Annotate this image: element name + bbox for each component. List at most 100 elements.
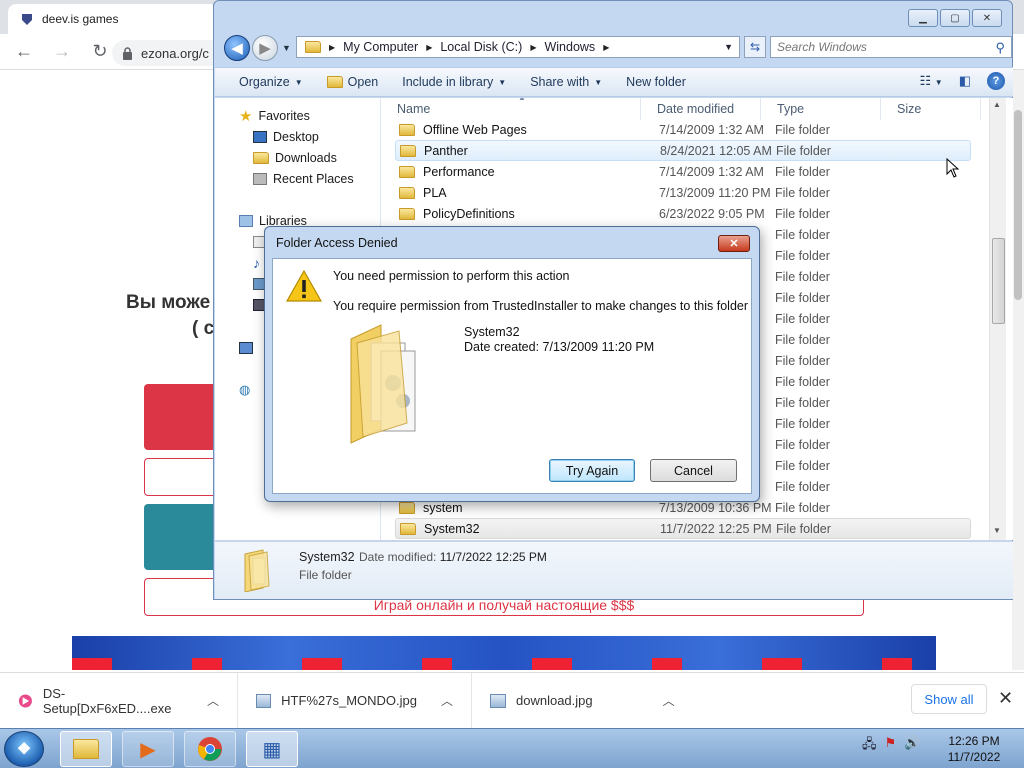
lock-icon: [123, 46, 132, 60]
page-scrollbar-thumb[interactable]: [1014, 110, 1022, 300]
column-headers: Name Date modified Type Size: [381, 98, 981, 120]
desktop-icon: [253, 131, 267, 143]
column-date-modified[interactable]: Date modified: [641, 98, 761, 120]
taskbar-explorer-icon[interactable]: [60, 731, 112, 767]
scroll-up-icon[interactable]: ▲: [993, 100, 1001, 109]
chevron-down-icon: ▼: [498, 77, 507, 87]
include-in-library-button[interactable]: Include in library ▼: [390, 68, 518, 96]
organize-button[interactable]: Organize ▼: [215, 68, 315, 96]
close-icon[interactable]: ✕: [972, 9, 1002, 27]
system-tray: 🖧 ⚑ 🔊: [862, 735, 920, 757]
column-name[interactable]: Name: [381, 98, 641, 120]
folder-name: System32: [464, 325, 520, 339]
folder-icon: [244, 549, 270, 592]
table-row[interactable]: PLA 7/13/2009 11:20 PM File folder: [395, 182, 971, 203]
nav-music-icon[interactable]: ♪: [253, 253, 260, 273]
browser-forward-icon[interactable]: →: [52, 41, 72, 62]
search-icon[interactable]: ⚲: [995, 40, 1005, 56]
action-center-icon[interactable]: ⚑: [885, 735, 897, 757]
explorer-address-bar[interactable]: ▶ My Computer ▶ Local Disk (C:) ▶ Window…: [296, 36, 740, 58]
address-dropdown-icon[interactable]: ▼: [724, 42, 733, 52]
site-favicon-icon: [22, 14, 32, 25]
search-input[interactable]: Search Windows ⚲: [770, 36, 1012, 58]
breadcrumb-item[interactable]: Windows: [544, 40, 595, 54]
preview-pane-icon[interactable]: ◧: [959, 73, 971, 89]
new-folder-button[interactable]: New folder: [614, 68, 698, 96]
cancel-button[interactable]: Cancel: [650, 459, 737, 482]
volume-icon[interactable]: 🔊: [904, 735, 920, 757]
column-type[interactable]: Type: [761, 98, 881, 120]
history-dropdown-icon[interactable]: ▼: [282, 43, 291, 53]
image-file-icon: [256, 693, 272, 708]
network-icon[interactable]: 🖧: [862, 735, 877, 757]
scrollbar-thumb[interactable]: [992, 238, 1005, 324]
folder-icon: [399, 207, 415, 220]
mouse-cursor-icon: [946, 158, 960, 178]
browser-tab[interactable]: deev.is games: [8, 4, 218, 34]
address-row: ◀ ▶ ▼ ▶ My Computer ▶ Local Disk (C:) ▶ …: [222, 33, 1012, 61]
maximize-icon[interactable]: ▢: [940, 9, 970, 27]
chevron-up-icon[interactable]: ︿: [663, 692, 675, 709]
breadcrumb-item[interactable]: My Computer: [343, 40, 418, 54]
start-button-icon[interactable]: ❖: [4, 731, 44, 767]
try-again-button[interactable]: Try Again: [549, 459, 635, 482]
nav-downloads[interactable]: Downloads: [253, 148, 337, 168]
folder-icon: [399, 165, 415, 178]
dialog-body: You need permission to perform this acti…: [272, 258, 752, 494]
access-denied-dialog: Folder Access Denied ✕ You need permissi…: [264, 226, 760, 502]
view-options-icon[interactable]: ☷ ▼: [920, 73, 943, 89]
show-all-button[interactable]: Show all: [911, 684, 987, 714]
help-icon[interactable]: ?: [987, 72, 1005, 90]
dialog-close-icon[interactable]: ✕: [718, 235, 750, 252]
table-row[interactable]: Panther 8/24/2021 12:05 AM File folder: [395, 140, 971, 161]
share-with-button[interactable]: Share with ▼: [518, 68, 614, 96]
table-row[interactable]: Performance 7/14/2009 1:32 AM File folder: [395, 161, 971, 182]
minimize-icon[interactable]: ▁: [908, 9, 938, 27]
back-arrow-icon[interactable]: ◀: [224, 35, 250, 61]
star-icon: ★: [239, 108, 253, 125]
open-folder-icon: [326, 76, 343, 88]
game-banner[interactable]: [72, 636, 936, 670]
table-row[interactable]: PolicyDefinitions 6/23/2022 9:05 PM File f…: [395, 203, 971, 224]
details-pane: System32 Date modified: 11/7/2022 12:25 …: [215, 541, 1013, 599]
window-controls: ▁ ▢ ✕: [908, 9, 1002, 27]
taskbar: ❖ ▶ ▦ 🖧 ⚑ 🔊 12:26 PM 11/7/2022: [0, 728, 1024, 768]
browser-reload-icon[interactable]: ↻: [90, 41, 110, 62]
chevron-up-icon[interactable]: ︿: [207, 692, 219, 709]
app-icon: [18, 694, 32, 707]
nav-favorites[interactable]: ★ Favorites: [239, 106, 310, 126]
system-folder-icon: [350, 324, 416, 444]
table-row[interactable]: System32 11/7/2022 12:25 PM File folder: [395, 518, 971, 539]
download-item[interactable]: HTF%27s_MONDO.jpg ︿: [238, 672, 472, 729]
close-downloads-icon[interactable]: ✕: [998, 688, 1013, 709]
scroll-down-icon[interactable]: ▼: [993, 526, 1001, 535]
chevron-down-icon: ▼: [294, 77, 303, 87]
tab-title: deev.is games: [42, 12, 119, 26]
taskbar-chrome-icon[interactable]: [184, 731, 236, 767]
folder-icon: [399, 501, 415, 514]
browser-back-icon[interactable]: ←: [14, 41, 34, 62]
download-item[interactable]: download.jpg ︿: [472, 673, 704, 729]
forward-arrow-icon[interactable]: ▶: [252, 35, 278, 61]
file-list-scrollbar[interactable]: ▲ ▼: [989, 98, 1006, 540]
nav-desktop[interactable]: Desktop: [253, 127, 319, 147]
folder-icon: [305, 41, 321, 53]
page-scrollbar[interactable]: [1012, 70, 1024, 670]
libraries-icon: [239, 215, 253, 227]
warning-icon: [285, 269, 323, 302]
downloads-folder-icon: [253, 152, 269, 164]
chevron-up-icon[interactable]: ︿: [441, 692, 453, 709]
breadcrumb-item[interactable]: Local Disk (C:): [440, 40, 522, 54]
table-row[interactable]: Offline Web Pages 7/14/2009 1:32 AM File f…: [395, 119, 971, 140]
nav-computer-icon[interactable]: [239, 338, 253, 358]
open-button[interactable]: Open: [315, 68, 391, 96]
nav-recent-places[interactable]: Recent Places: [253, 169, 354, 189]
download-item[interactable]: DS-Setup[DxF6xED....exe ︿: [0, 672, 238, 729]
dialog-detail-message: You require permission from TrustedInsta…: [333, 299, 749, 313]
taskbar-media-player-icon[interactable]: ▶: [122, 731, 174, 767]
clock[interactable]: 12:26 PM 11/7/2022: [944, 733, 1004, 765]
taskbar-control-panel-icon[interactable]: ▦: [246, 731, 298, 767]
nav-network-icon[interactable]: ◍: [239, 380, 250, 400]
column-size[interactable]: Size: [881, 98, 981, 120]
refresh-icon[interactable]: ⇆: [744, 36, 766, 58]
